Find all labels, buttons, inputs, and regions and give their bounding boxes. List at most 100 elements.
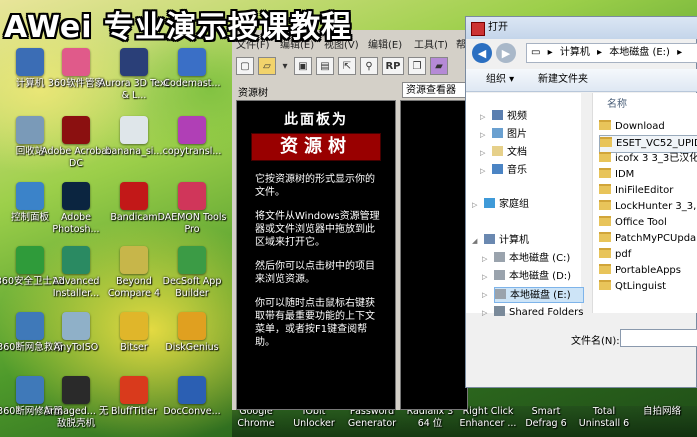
desktop-icon[interactable]: Codemast... xyxy=(156,48,228,90)
folder-icon xyxy=(599,216,611,226)
filename-input[interactable] xyxy=(620,329,697,347)
expand-arrow-icon[interactable]: ◢ xyxy=(472,237,477,245)
search-icon[interactable]: ⚲ xyxy=(360,57,378,75)
organize-button[interactable]: 组织 ▾ xyxy=(486,69,514,91)
file-row[interactable]: Download xyxy=(599,119,665,135)
file-row[interactable]: QtLinguist xyxy=(599,279,666,295)
nav-item[interactable]: 视频 xyxy=(492,109,527,125)
nav-item[interactable]: Shared Folders xyxy=(494,305,584,321)
file-name: QtLinguist xyxy=(615,281,667,292)
file-name: PortableApps xyxy=(615,265,681,276)
folder-icon xyxy=(599,200,611,210)
dialog-title: 打开 xyxy=(488,22,508,33)
expand-arrow-icon[interactable]: ▷ xyxy=(482,291,487,299)
nav-item[interactable]: 家庭组 xyxy=(484,197,529,213)
resource-tree-pane[interactable]: 此面板为 资源树 它按资源树的形式显示你的文件。 将文件从Windows资源管理… xyxy=(236,100,396,410)
menu-tools[interactable]: 工具(T) xyxy=(414,36,448,51)
dialog-navbar: ◀ ▶ ▭ ▸ 计算机 ▸ 本地磁盘 (E:) ▸ xyxy=(466,39,697,67)
file-row[interactable]: icofx 3 3_3已汉化 xyxy=(599,151,697,167)
nav-item[interactable]: 文档 xyxy=(492,145,527,161)
diskgenius-icon xyxy=(178,312,206,340)
folder-icon xyxy=(599,248,611,258)
desktop-icon[interactable]: DocConve... xyxy=(156,376,228,418)
file-row[interactable]: PatchMyPCUpda xyxy=(599,231,696,247)
bandicam-icon xyxy=(120,182,148,210)
expand-arrow-icon[interactable]: ▷ xyxy=(482,273,487,281)
documents-folder-icon xyxy=(492,146,503,156)
file-row[interactable]: pdf xyxy=(599,247,631,263)
homegroup-icon xyxy=(484,198,495,208)
desktop-icon[interactable]: DecSoft App Builder xyxy=(156,246,228,300)
apps-icon xyxy=(62,48,90,76)
taskbar-shortcut-label[interactable]: Total Uninstall 6 xyxy=(574,406,634,430)
nav-item[interactable]: 图片 xyxy=(492,127,527,143)
expand-arrow-icon[interactable]: ▷ xyxy=(480,167,485,175)
daemon-tools-icon xyxy=(178,182,206,210)
address-bar[interactable]: ▭ ▸ 计算机 ▸ 本地磁盘 (E:) ▸ xyxy=(526,43,697,63)
advanced-installer-icon xyxy=(62,246,90,274)
dialog-commandbar: 组织 ▾ 新建文件夹 xyxy=(466,69,697,92)
nav-item[interactable]: 本地磁盘 (E:) xyxy=(494,287,584,303)
drive-icon xyxy=(495,289,506,299)
desktop-icon-label: DAEMON Tools Pro xyxy=(157,212,227,235)
desktop-icon[interactable]: copytransl... xyxy=(156,116,228,158)
file-row[interactable]: Office Tool xyxy=(599,215,667,231)
rp-icon[interactable]: RP xyxy=(382,57,404,75)
copy-icon[interactable]: ❐ xyxy=(408,57,426,75)
nav-item-label: Shared Folders xyxy=(509,307,584,318)
watermark-banner: AWei 专业演示授课教程 xyxy=(4,10,352,45)
pictures-folder-icon xyxy=(492,128,503,138)
nav-item-label: 本地磁盘 (C:) xyxy=(509,253,571,264)
desktop-icon[interactable]: DAEMON Tools Pro xyxy=(156,182,228,236)
dialog-titlebar[interactable]: 打开 xyxy=(466,17,697,39)
resource-tree-title: 资源树 xyxy=(238,88,268,99)
expand-arrow-icon[interactable]: ▷ xyxy=(482,255,487,263)
acrobat-icon xyxy=(62,116,90,144)
breadcrumb-computer[interactable]: 计算机 xyxy=(560,47,590,58)
file-name: IDM xyxy=(615,169,635,180)
forward-arrow-icon[interactable]: ▶ xyxy=(496,43,516,63)
nav-item[interactable]: 计算机 xyxy=(484,233,529,249)
taskbar-shortcut-label[interactable]: Smart Defrag 6 xyxy=(516,406,576,430)
menu-edit-2[interactable]: 编辑(E) xyxy=(368,36,402,51)
file-row[interactable]: PortableApps xyxy=(599,263,681,279)
taskbar-shortcut-label[interactable]: 自拍网络 xyxy=(632,406,692,418)
file-row[interactable]: LockHunter 3_3, xyxy=(599,199,696,215)
tab-resource-viewer[interactable]: 资源查看器 xyxy=(402,82,468,98)
desktop-icon-label: copytransl... xyxy=(162,146,222,157)
photoshop-icon xyxy=(62,182,90,210)
tree-help-text: 它按资源树的形式显示你的文件。 将文件从Windows资源管理器或文件浏览器中拖… xyxy=(255,173,383,360)
drive-icon xyxy=(494,252,505,262)
dropdown-icon[interactable]: ▾ xyxy=(280,57,290,75)
new-folder-button[interactable]: 新建文件夹 xyxy=(538,69,588,91)
expand-arrow-icon[interactable]: ▷ xyxy=(480,113,485,121)
folder-icon xyxy=(599,152,611,162)
column-header-name[interactable]: 名称 xyxy=(607,95,627,110)
nav-item[interactable]: 本地磁盘 (D:) xyxy=(494,269,571,285)
book-icon[interactable]: ▰ xyxy=(430,57,448,75)
export-icon[interactable]: ⇱ xyxy=(338,57,356,75)
nav-item[interactable]: 本地磁盘 (C:) xyxy=(494,251,570,267)
computer-icon: ▭ xyxy=(531,47,541,58)
nav-item-label: 音乐 xyxy=(507,165,527,176)
new-icon[interactable]: ▢ xyxy=(236,57,254,75)
open-file-dialog: 打开 ◀ ▶ ▭ ▸ 计算机 ▸ 本地磁盘 (E:) ▸ 组织 ▾ 新建文件夹 … xyxy=(465,16,697,388)
expand-arrow-icon[interactable]: ▷ xyxy=(482,309,487,317)
expand-arrow-icon[interactable]: ▷ xyxy=(480,149,485,157)
desktop-icon[interactable]: DiskGenius xyxy=(156,312,228,354)
breadcrumb-drive-e[interactable]: 本地磁盘 (E:) xyxy=(609,47,670,58)
save-icon[interactable]: ▣ xyxy=(294,57,312,75)
back-arrow-icon[interactable]: ◀ xyxy=(472,43,492,63)
resource-viewer-pane[interactable] xyxy=(400,100,468,410)
folder-icon xyxy=(600,137,612,147)
anytoiso-icon xyxy=(62,312,90,340)
save-as-icon[interactable]: ▤ xyxy=(316,57,334,75)
file-row[interactable]: IniFileEditor xyxy=(599,183,673,199)
file-name: icofx 3 3_3已汉化 xyxy=(615,153,697,164)
open-folder-icon[interactable]: ▱ xyxy=(258,57,276,75)
folder-icon xyxy=(599,232,611,242)
file-row[interactable]: IDM xyxy=(599,167,634,183)
expand-arrow-icon[interactable]: ▷ xyxy=(472,201,477,209)
nav-item[interactable]: 音乐 xyxy=(492,163,527,179)
expand-arrow-icon[interactable]: ▷ xyxy=(480,131,485,139)
